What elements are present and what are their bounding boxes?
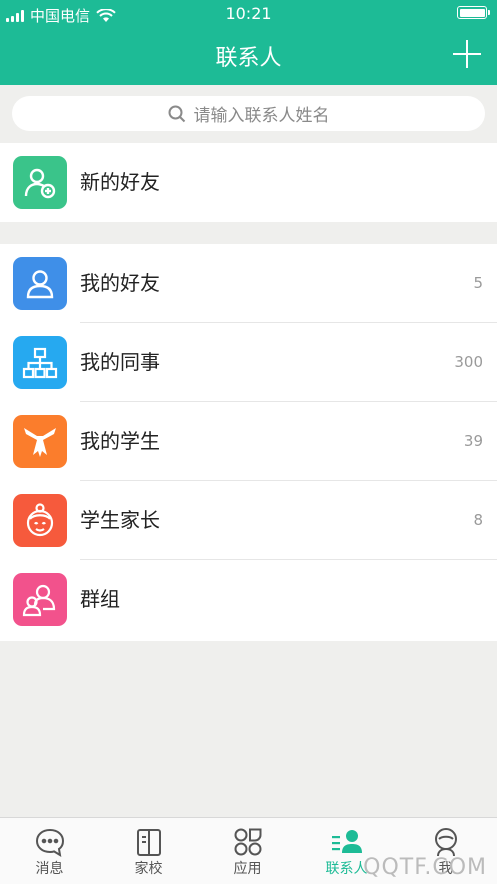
tab-label: 消息 [35, 861, 64, 877]
org-chart-icon [13, 336, 67, 389]
list-item-my-friends[interactable]: 我的好友 5 [0, 244, 497, 323]
person-icon [13, 257, 67, 310]
list-item-groups[interactable]: 群组 [0, 560, 497, 639]
contact-count: 300 [454, 353, 483, 371]
contacts-icon [332, 830, 362, 853]
tab-label: 应用 [233, 861, 262, 877]
tab-messages[interactable]: 消息 [0, 818, 99, 884]
watermark-text: QQTF.COM [363, 855, 487, 880]
group-icon [13, 573, 67, 626]
contact-count: 8 [473, 511, 483, 529]
profile-icon [435, 828, 457, 857]
list-item-my-colleagues[interactable]: 我的同事 300 [0, 323, 497, 402]
search-input[interactable]: 请输入联系人姓名 [12, 96, 485, 131]
list-item-my-students[interactable]: 我的学生 39 [0, 402, 497, 481]
new-friends-label: 新的好友 [80, 170, 160, 194]
contact-count: 39 [463, 432, 483, 450]
contacts-list: 我的好友 5 我的同事 300 我的学生 39 学生家长 8 群组 [0, 244, 497, 641]
add-person-icon [13, 156, 67, 209]
tab-label: 家校 [134, 861, 163, 877]
app-header: 中国电信 10:21 联系人 [0, 0, 497, 85]
contact-label: 学生家长 [80, 508, 160, 532]
search-placeholder: 请输入联系人姓名 [193, 106, 330, 126]
book-icon [137, 829, 161, 856]
list-item-new-friends[interactable]: 新的好友 [0, 143, 497, 222]
new-friends-section: 新的好友 [0, 143, 497, 222]
scarf-icon [13, 415, 67, 468]
tab-apps[interactable]: 应用 [198, 818, 297, 884]
contact-label: 群组 [80, 587, 120, 611]
add-contact-button[interactable] [453, 40, 481, 68]
contact-label: 我的同事 [80, 350, 160, 374]
tab-bar: 消息 家校 应用 联系人 我 QQTF.COM [0, 817, 497, 884]
contact-count: 5 [473, 274, 483, 292]
contact-label: 我的学生 [80, 429, 160, 453]
apps-icon [234, 828, 262, 856]
tab-home-school[interactable]: 家校 [99, 818, 198, 884]
status-bar: 中国电信 10:21 [0, 0, 497, 28]
status-time: 10:21 [225, 4, 272, 23]
parent-face-icon [13, 494, 67, 547]
battery-icon [457, 6, 490, 19]
list-item-parents[interactable]: 学生家长 8 [0, 481, 497, 560]
search-section: 请输入联系人姓名 [0, 85, 497, 143]
search-icon [168, 105, 185, 122]
chat-bubble-icon [35, 828, 65, 857]
contact-label: 我的好友 [80, 271, 160, 295]
page-title: 联系人 [215, 46, 282, 71]
